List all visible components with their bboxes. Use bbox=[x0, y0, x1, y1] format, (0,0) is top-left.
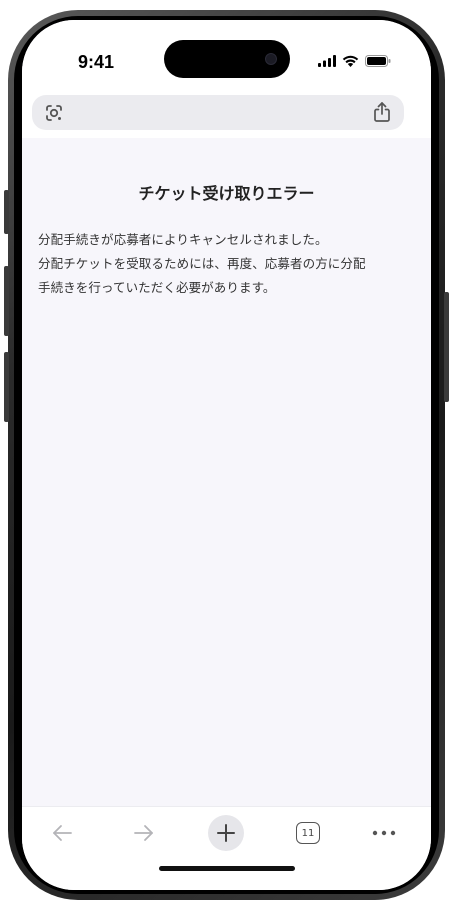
bottom-toolbar: 11 bbox=[22, 806, 431, 890]
message-line: 分配手続きが応募者によりキャンセルされました。 bbox=[38, 232, 328, 247]
message-line: 手続きを行っていただく必要があります。 bbox=[38, 280, 276, 295]
message-line: 分配チケットを受取るためには、再度、応募者の方に分配 bbox=[38, 256, 366, 271]
address-bar[interactable] bbox=[32, 95, 404, 130]
back-button[interactable] bbox=[44, 815, 80, 851]
volume-up-button bbox=[4, 266, 9, 336]
front-camera bbox=[265, 53, 277, 65]
screen: 9:41 チケット受け取りエラー 分配手続きが応募者によりキャンセルされました。… bbox=[22, 20, 431, 890]
back-arrow-icon bbox=[53, 825, 72, 841]
forward-arrow-icon bbox=[134, 825, 153, 841]
battery-icon bbox=[365, 55, 391, 67]
tab-count: 11 bbox=[296, 822, 320, 844]
wifi-icon bbox=[342, 55, 359, 67]
more-menu-button[interactable] bbox=[366, 815, 402, 851]
volume-down-button bbox=[4, 352, 9, 422]
more-dots-icon bbox=[372, 830, 396, 836]
error-message: 分配手続きが応募者によりキャンセルされました。 分配チケットを受取るためには、再… bbox=[38, 228, 416, 300]
status-time: 9:41 bbox=[78, 52, 115, 72]
url-area bbox=[22, 88, 431, 138]
power-button bbox=[444, 292, 449, 402]
status-icons bbox=[318, 55, 391, 67]
google-lens-icon[interactable] bbox=[44, 103, 64, 123]
tab-switcher-button[interactable]: 11 bbox=[290, 815, 326, 851]
cellular-signal-icon bbox=[318, 55, 336, 67]
plus-icon bbox=[217, 824, 235, 842]
web-content: チケット受け取りエラー 分配手続きが応募者によりキャンセルされました。 分配チケ… bbox=[22, 138, 431, 808]
status-bar: 9:41 bbox=[22, 20, 431, 98]
page-title: チケット受け取りエラー bbox=[138, 184, 315, 203]
share-icon[interactable] bbox=[372, 101, 392, 123]
forward-button[interactable] bbox=[126, 815, 162, 851]
dynamic-island bbox=[164, 40, 290, 78]
new-tab-button[interactable] bbox=[208, 815, 244, 851]
action-button bbox=[4, 190, 9, 234]
home-indicator[interactable] bbox=[159, 866, 295, 871]
